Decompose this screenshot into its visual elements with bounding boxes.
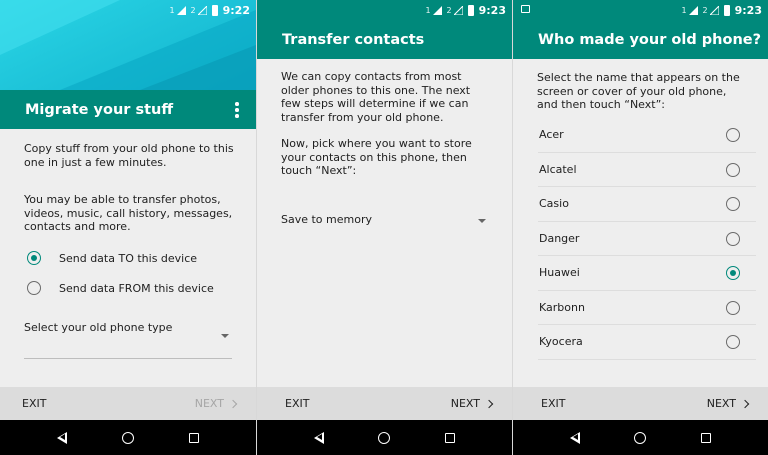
option-send-from[interactable]: Send data FROM this device: [27, 281, 214, 295]
intro-text: Copy stuff from your old phone to this o…: [24, 142, 234, 169]
signal-empty-icon: [453, 5, 463, 15]
radio-unselected[interactable]: [27, 281, 41, 295]
arrow-drop-down-icon[interactable]: [221, 334, 229, 338]
brand-name: Danger: [539, 231, 580, 245]
system-nav-bar: [0, 420, 256, 455]
page-title: Transfer contacts: [282, 31, 425, 48]
system-nav-bar: [513, 420, 768, 455]
back-icon[interactable]: [57, 431, 68, 444]
app-bar: Transfer contacts: [257, 20, 512, 59]
status-bar: 1 2 9:23: [513, 0, 768, 20]
radio-selected[interactable]: [27, 251, 41, 265]
next-label: NEXT: [706, 397, 736, 410]
app-bar: Who made your old phone?: [513, 20, 768, 59]
brand-name: Alcatel: [539, 162, 577, 176]
battery-icon: [211, 4, 218, 16]
list-item[interactable]: Karbonn: [538, 291, 756, 325]
phone-type-dropdown[interactable]: Select your old phone type: [24, 321, 172, 334]
chevron-right-icon: [484, 399, 494, 408]
brand-name: Casio: [539, 197, 569, 211]
radio-unselected[interactable]: [726, 162, 740, 177]
status-bar: 1 2 9:22: [0, 0, 256, 20]
recents-icon[interactable]: [188, 432, 199, 443]
home-icon[interactable]: [121, 431, 134, 444]
battery-icon: [467, 4, 474, 16]
body-text: Now, pick where you want to store your c…: [281, 137, 472, 177]
back-icon[interactable]: [314, 431, 325, 444]
body-text: You may be able to transfer photos, vide…: [24, 193, 233, 233]
list-item[interactable]: Kyocera: [538, 325, 756, 360]
page-title: Migrate your stuff: [25, 101, 174, 118]
bottom-button-bar: EXIT NEXT: [513, 387, 768, 420]
list-item[interactable]: Acer: [538, 118, 756, 153]
signal-empty-icon: [197, 5, 207, 15]
signal-icon: [176, 5, 186, 15]
home-icon[interactable]: [378, 431, 391, 444]
image-notification-icon: [521, 5, 530, 13]
sim1-label: 1: [425, 5, 431, 15]
exit-button[interactable]: EXIT: [285, 397, 309, 410]
recents-icon[interactable]: [700, 432, 711, 443]
radio-selected[interactable]: [726, 266, 740, 280]
next-label: NEXT: [450, 397, 480, 410]
home-icon[interactable]: [634, 431, 647, 444]
system-nav-bar: [257, 420, 512, 455]
list-item[interactable]: Huawei: [538, 256, 756, 291]
sim1-label: 1: [681, 5, 687, 15]
exit-button[interactable]: EXIT: [541, 397, 565, 410]
bottom-button-bar: EXIT NEXT: [257, 387, 512, 420]
signal-icon: [432, 5, 442, 15]
status-time: 9:23: [734, 3, 762, 17]
radio-unselected[interactable]: [726, 128, 740, 142]
brand-name: Karbonn: [539, 300, 585, 314]
brand-name: Huawei: [539, 266, 580, 280]
next-label: NEXT: [194, 397, 224, 410]
intro-text: Select the name that appears on the scre…: [537, 71, 740, 111]
arrow-drop-down-icon[interactable]: [478, 219, 486, 223]
next-button[interactable]: NEXT: [450, 397, 494, 410]
chevron-right-icon: [228, 399, 238, 408]
radio-unselected[interactable]: [726, 300, 740, 315]
status-bar: 1 2 9:23: [257, 0, 512, 20]
sim1-label: 1: [169, 5, 175, 15]
battery-icon: [723, 4, 730, 16]
app-bar: Migrate your stuff: [0, 90, 256, 129]
list-item[interactable]: Casio: [538, 187, 756, 222]
back-icon[interactable]: [570, 431, 581, 444]
option-label: Send data FROM this device: [59, 281, 214, 295]
chevron-right-icon: [740, 399, 750, 408]
page-title: Who made your old phone?: [538, 31, 762, 48]
more-vert-icon[interactable]: [235, 102, 239, 118]
bottom-button-bar: EXIT NEXT: [0, 387, 256, 420]
next-button[interactable]: NEXT: [194, 397, 238, 410]
status-time: 9:22: [222, 3, 250, 17]
phone-maker-screen: 1 2 9:23 Who made your old phone? Select…: [512, 0, 768, 455]
screens-row: 1 2 9:22 Migrate your stuff Copy stuff f…: [0, 0, 768, 455]
status-time: 9:23: [478, 3, 506, 17]
recents-icon[interactable]: [444, 432, 455, 443]
sim2-label: 2: [446, 5, 452, 15]
sim2-label: 2: [702, 5, 708, 15]
radio-unselected[interactable]: [726, 197, 740, 211]
next-button[interactable]: NEXT: [706, 397, 750, 410]
radio-unselected[interactable]: [726, 231, 740, 246]
signal-empty-icon: [709, 5, 719, 15]
brand-name: Kyocera: [539, 335, 583, 349]
exit-button[interactable]: EXIT: [22, 397, 46, 410]
radio-unselected[interactable]: [726, 335, 740, 349]
migrate-screen: 1 2 9:22 Migrate your stuff Copy stuff f…: [0, 0, 256, 455]
list-item[interactable]: Danger: [538, 222, 756, 256]
brand-name: Acer: [539, 128, 564, 142]
sim2-label: 2: [190, 5, 196, 15]
intro-text: We can copy contacts from most older pho…: [281, 70, 471, 124]
dropdown-underline: [24, 358, 232, 359]
option-send-to[interactable]: Send data TO this device: [27, 251, 197, 265]
option-label: Send data TO this device: [59, 251, 198, 265]
signal-icon: [688, 5, 698, 15]
transfer-contacts-screen: 1 2 9:23 Transfer contacts We can copy c…: [256, 0, 512, 455]
list-item[interactable]: Alcatel: [538, 153, 756, 187]
storage-dropdown[interactable]: Save to memory: [281, 213, 372, 226]
